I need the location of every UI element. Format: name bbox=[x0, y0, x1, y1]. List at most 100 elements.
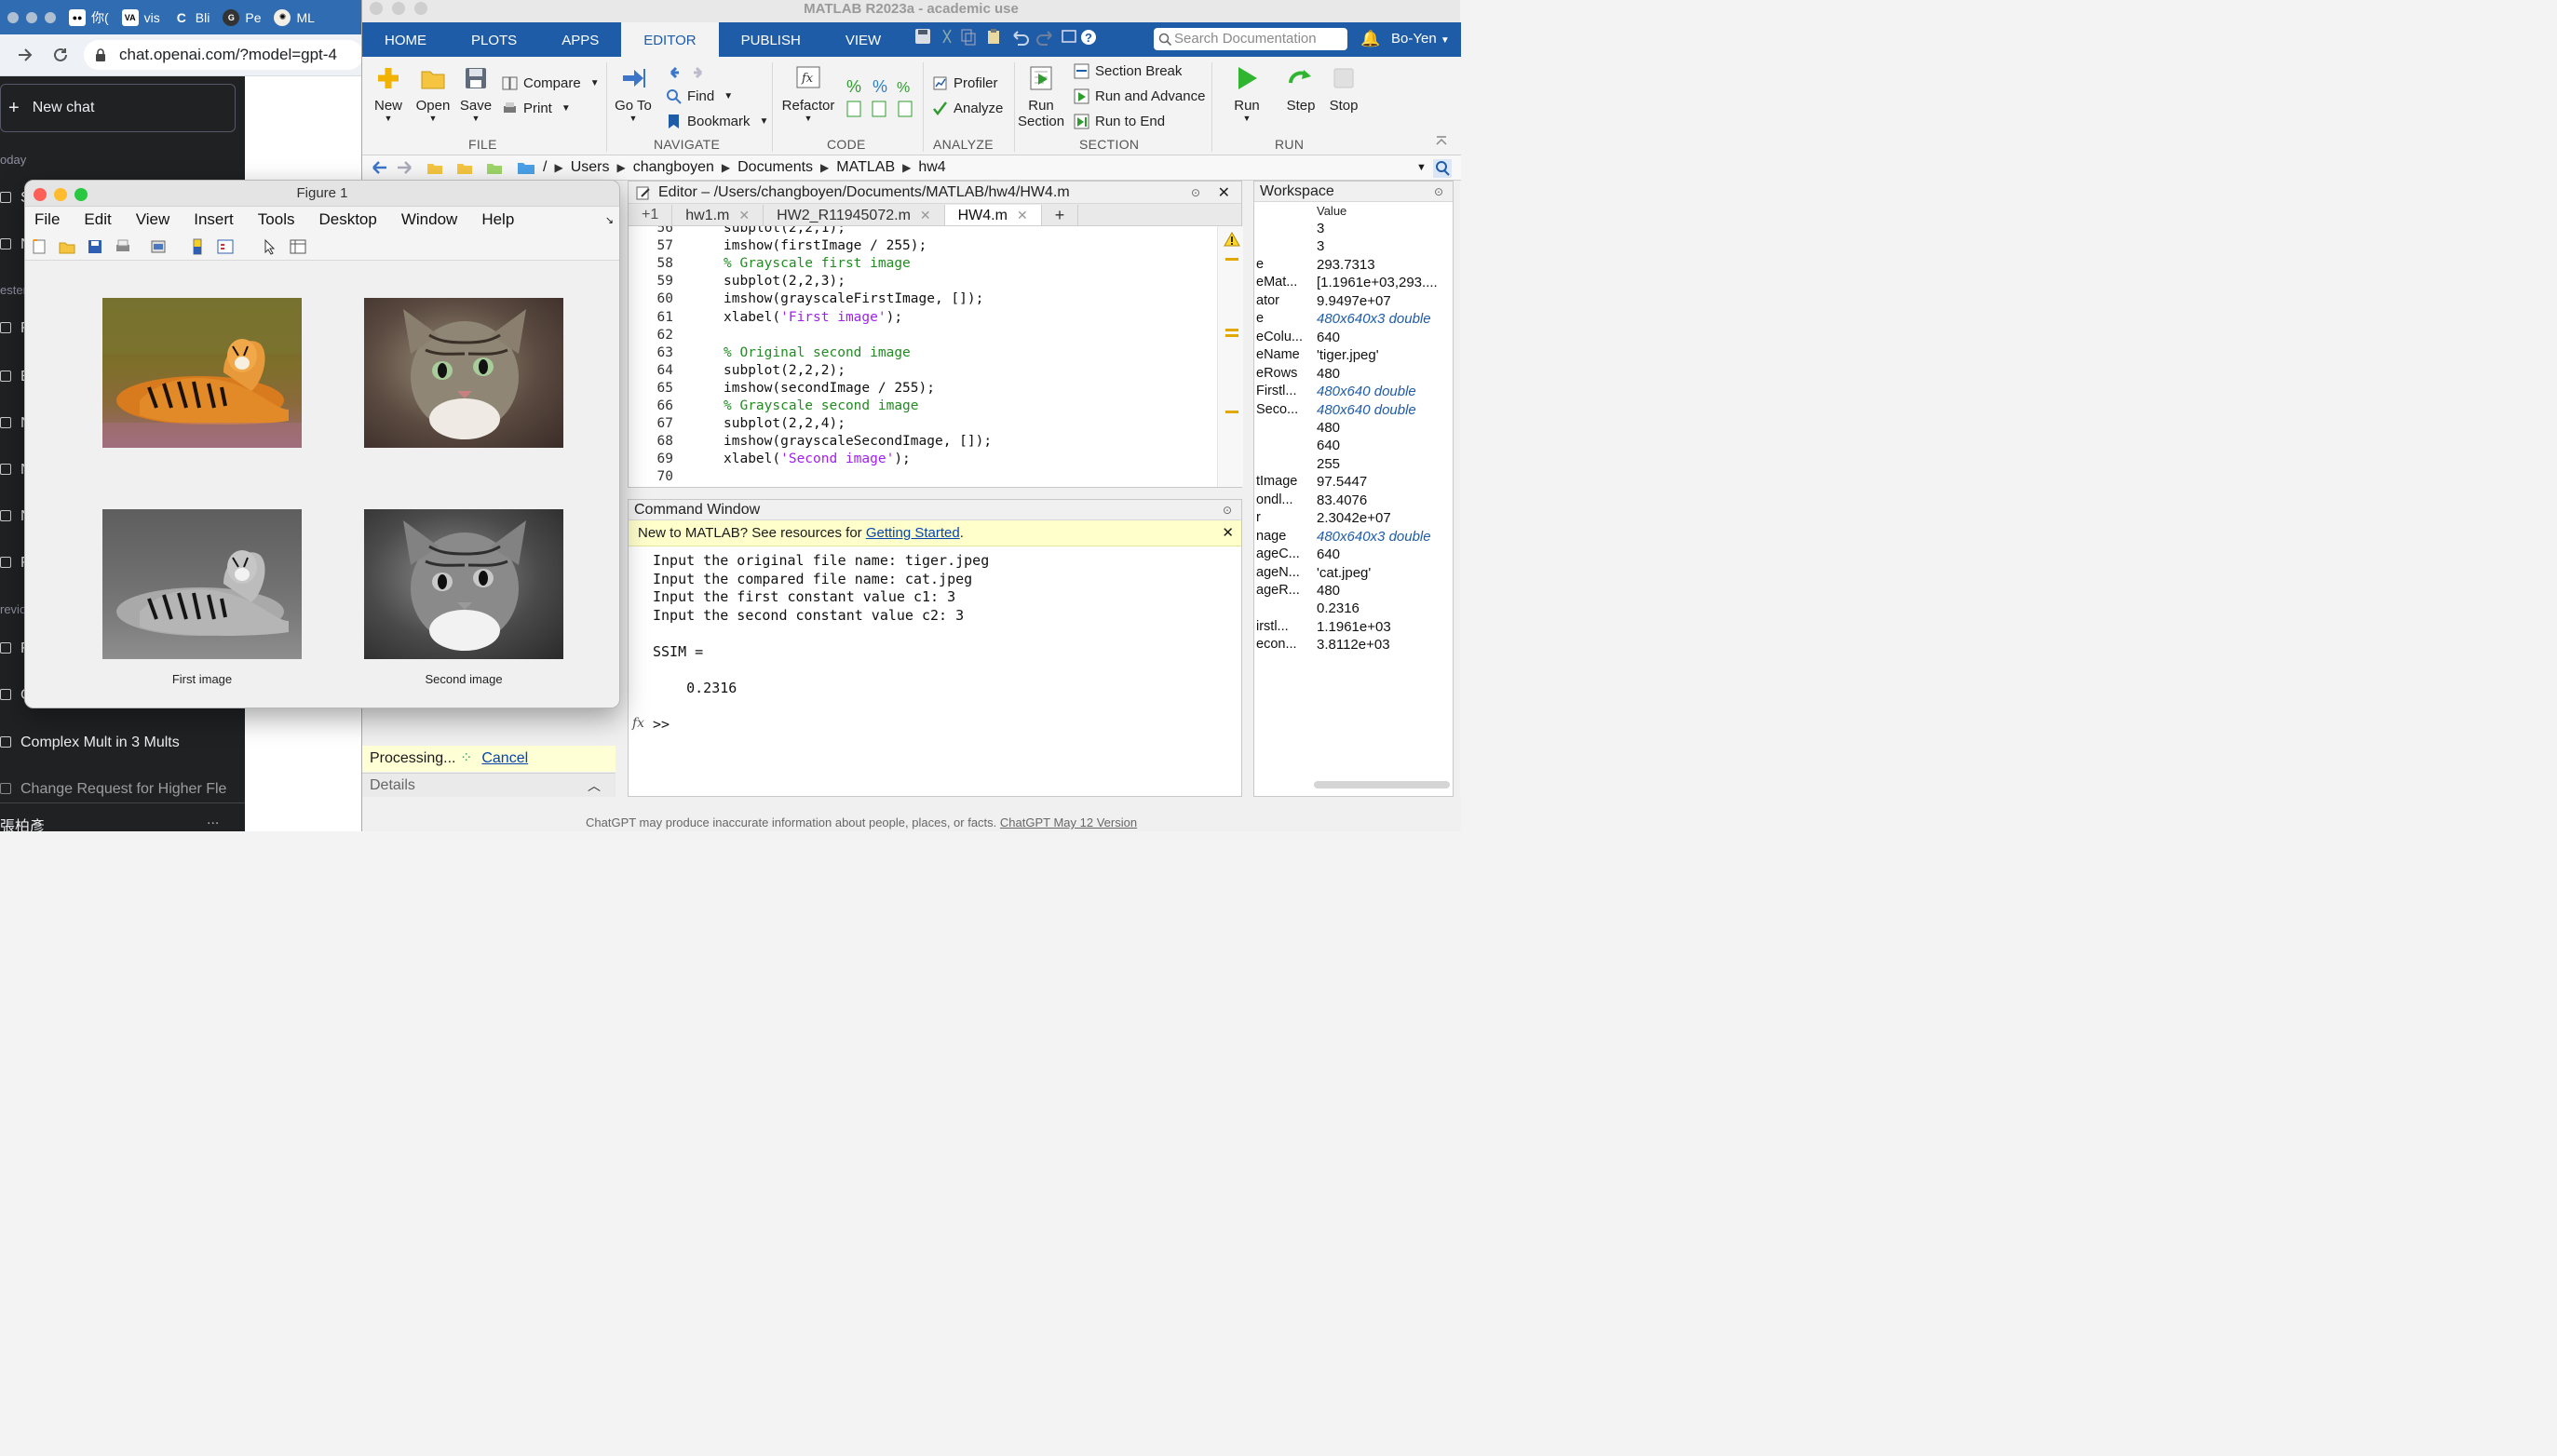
workspace-variable-value[interactable]: 3 bbox=[1317, 238, 1324, 254]
switch-windows-icon[interactable] bbox=[1062, 30, 1076, 43]
close-tab-icon[interactable]: ✕ bbox=[920, 208, 931, 222]
menu-file[interactable]: File bbox=[34, 210, 60, 229]
stop-button[interactable]: Stop bbox=[1323, 64, 1364, 114]
browser-tab[interactable]: ✺ ML bbox=[274, 8, 315, 26]
window-zoom-dot[interactable] bbox=[45, 11, 56, 23]
new-button[interactable]: New ▼ bbox=[370, 64, 407, 123]
breadcrumb-documents[interactable]: Documents bbox=[737, 159, 813, 176]
window-minimize-dot[interactable] bbox=[26, 11, 37, 23]
tab-view[interactable]: VIEW bbox=[823, 22, 903, 57]
property-inspector-icon[interactable] bbox=[290, 238, 306, 255]
tab-plots[interactable]: PLOTS bbox=[449, 22, 539, 57]
step-button[interactable]: Step bbox=[1280, 64, 1321, 114]
cut-icon[interactable] bbox=[942, 29, 952, 44]
workspace-variable-name[interactable]: eName bbox=[1256, 347, 1300, 362]
workspace-variable-value[interactable]: 640 bbox=[1317, 438, 1340, 453]
print-preview-icon[interactable] bbox=[150, 238, 167, 255]
workspace-variable-value[interactable]: 3 bbox=[1317, 221, 1324, 236]
menu-desktop[interactable]: Desktop bbox=[318, 210, 376, 229]
print-button[interactable]: Print ▼ bbox=[502, 101, 571, 116]
workspace-variable-name[interactable]: ator bbox=[1256, 293, 1279, 308]
refactor-button[interactable]: fx Refactor ▼ bbox=[778, 64, 839, 123]
file-tab-hw2[interactable]: HW2_R11945072.m ✕ bbox=[764, 205, 945, 225]
file-tab-hw1[interactable]: hw1.m ✕ bbox=[672, 205, 764, 225]
workspace-variable-name[interactable]: ageC... bbox=[1256, 546, 1300, 561]
legend-icon[interactable] bbox=[217, 238, 234, 255]
getting-started-link[interactable]: Getting Started bbox=[866, 525, 960, 541]
workspace-variable-value[interactable]: 'tiger.jpeg' bbox=[1317, 347, 1379, 363]
workspace-variable-name[interactable]: ageR... bbox=[1256, 583, 1300, 598]
workspace-variable-value[interactable]: [1.1961e+03,293.... bbox=[1317, 275, 1438, 290]
workspace-variable-value[interactable]: 640 bbox=[1317, 546, 1340, 562]
tab-editor[interactable]: EDITOR bbox=[621, 22, 719, 57]
workspace-variable-value[interactable]: 480 bbox=[1317, 366, 1340, 382]
colorbar-icon[interactable] bbox=[189, 238, 206, 255]
window-close-dot[interactable] bbox=[370, 2, 383, 15]
undo-icon[interactable] bbox=[1013, 31, 1029, 46]
warning-marker[interactable] bbox=[1225, 258, 1238, 261]
save-button[interactable]: Save ▼ bbox=[457, 64, 494, 123]
browser-tab[interactable]: ●● 你( bbox=[69, 8, 109, 27]
value-column-header[interactable]: Value bbox=[1317, 204, 1346, 218]
workspace-variable-value[interactable]: 640 bbox=[1317, 330, 1340, 345]
reload-icon[interactable] bbox=[52, 47, 69, 63]
workspace-variable-value[interactable]: 480x640 double bbox=[1317, 384, 1416, 399]
workspace-variable-value[interactable]: 83.4076 bbox=[1317, 492, 1367, 508]
tab-home[interactable]: HOME bbox=[362, 22, 449, 57]
profiler-button[interactable]: Profiler bbox=[932, 75, 998, 91]
workspace-variable-name[interactable]: e bbox=[1256, 311, 1264, 326]
warning-marker[interactable] bbox=[1225, 329, 1238, 331]
workspace-variable-value[interactable]: 480 bbox=[1317, 583, 1340, 599]
window-close-dot[interactable] bbox=[34, 188, 47, 201]
print-icon[interactable] bbox=[115, 238, 131, 255]
dock-icon[interactable]: ↘ bbox=[605, 214, 614, 226]
search-documentation-field[interactable]: Search Documentation bbox=[1154, 28, 1347, 50]
command-window[interactable]: Command Window ⊙ New to MATLAB? See resou… bbox=[628, 499, 1242, 797]
workspace-variable-name[interactable]: Seco... bbox=[1256, 402, 1298, 417]
refresh-folder-icon[interactable] bbox=[487, 164, 502, 174]
section-break-button[interactable]: Section Break bbox=[1074, 63, 1182, 79]
chat-list-item[interactable]: Change Request for Higher Fle bbox=[0, 781, 226, 798]
workspace-variable-value[interactable]: 2.3042e+07 bbox=[1317, 510, 1391, 526]
goto-button[interactable]: Go To ▼ bbox=[612, 64, 655, 123]
panel-menu-icon[interactable]: ⊙ bbox=[1223, 500, 1232, 520]
file-tab-hw4[interactable]: HW4.m ✕ bbox=[944, 205, 1042, 225]
user-menu-icon[interactable]: ... bbox=[207, 812, 219, 829]
window-close-dot[interactable] bbox=[7, 11, 19, 23]
breadcrumb-changboyen[interactable]: changboyen bbox=[633, 159, 714, 176]
forward-arrow-icon[interactable] bbox=[17, 47, 34, 62]
workspace-variable-value[interactable]: 97.5447 bbox=[1317, 474, 1367, 490]
workspace-variable-name[interactable]: Firstl... bbox=[1256, 384, 1297, 398]
browser-tab[interactable]: G Pe bbox=[223, 8, 261, 26]
tab-apps[interactable]: APPS bbox=[539, 22, 621, 57]
open-file-icon[interactable] bbox=[59, 238, 75, 255]
help-icon[interactable]: ? bbox=[1081, 30, 1096, 45]
browse-folder-icon[interactable] bbox=[457, 164, 472, 174]
url-field[interactable]: chat.openai.com/?model=gpt-4 bbox=[84, 40, 363, 70]
breadcrumb-users[interactable]: Users bbox=[571, 159, 610, 176]
workspace-variable-value[interactable]: 255 bbox=[1317, 456, 1340, 472]
warning-icon[interactable] bbox=[1224, 232, 1240, 247]
workspace-variable-name[interactable]: ondl... bbox=[1256, 492, 1293, 507]
breadcrumb-hw4[interactable]: hw4 bbox=[918, 159, 945, 176]
workspace-variable-name[interactable]: e bbox=[1256, 257, 1264, 272]
forward-arrow-icon[interactable] bbox=[398, 161, 412, 174]
close-tab-icon[interactable]: ✕ bbox=[1017, 208, 1028, 222]
workspace-variable-value[interactable]: 3.8112e+03 bbox=[1317, 637, 1390, 653]
details-panel[interactable]: Details ︿ bbox=[362, 773, 616, 797]
menu-edit[interactable]: Edit bbox=[84, 210, 111, 229]
window-zoom-dot[interactable] bbox=[414, 2, 427, 15]
workspace-variable-name[interactable]: irstl... bbox=[1256, 619, 1289, 634]
paste-icon[interactable] bbox=[988, 29, 999, 44]
workspace-variable-name[interactable]: r bbox=[1256, 510, 1261, 525]
window-zoom-dot[interactable] bbox=[74, 188, 88, 201]
workspace-variable-name[interactable]: eMat... bbox=[1256, 275, 1297, 290]
find-button[interactable]: Find ▼ bbox=[666, 88, 733, 104]
close-icon[interactable]: ✕ bbox=[1222, 520, 1234, 546]
redo-icon[interactable] bbox=[1036, 31, 1052, 46]
run-button[interactable]: Run ▼ bbox=[1226, 64, 1267, 123]
menu-help[interactable]: Help bbox=[481, 210, 514, 229]
nav-arrows-icon[interactable] bbox=[662, 64, 709, 81]
breadcrumb-root[interactable]: / bbox=[543, 159, 547, 176]
warning-marker[interactable] bbox=[1225, 411, 1238, 413]
